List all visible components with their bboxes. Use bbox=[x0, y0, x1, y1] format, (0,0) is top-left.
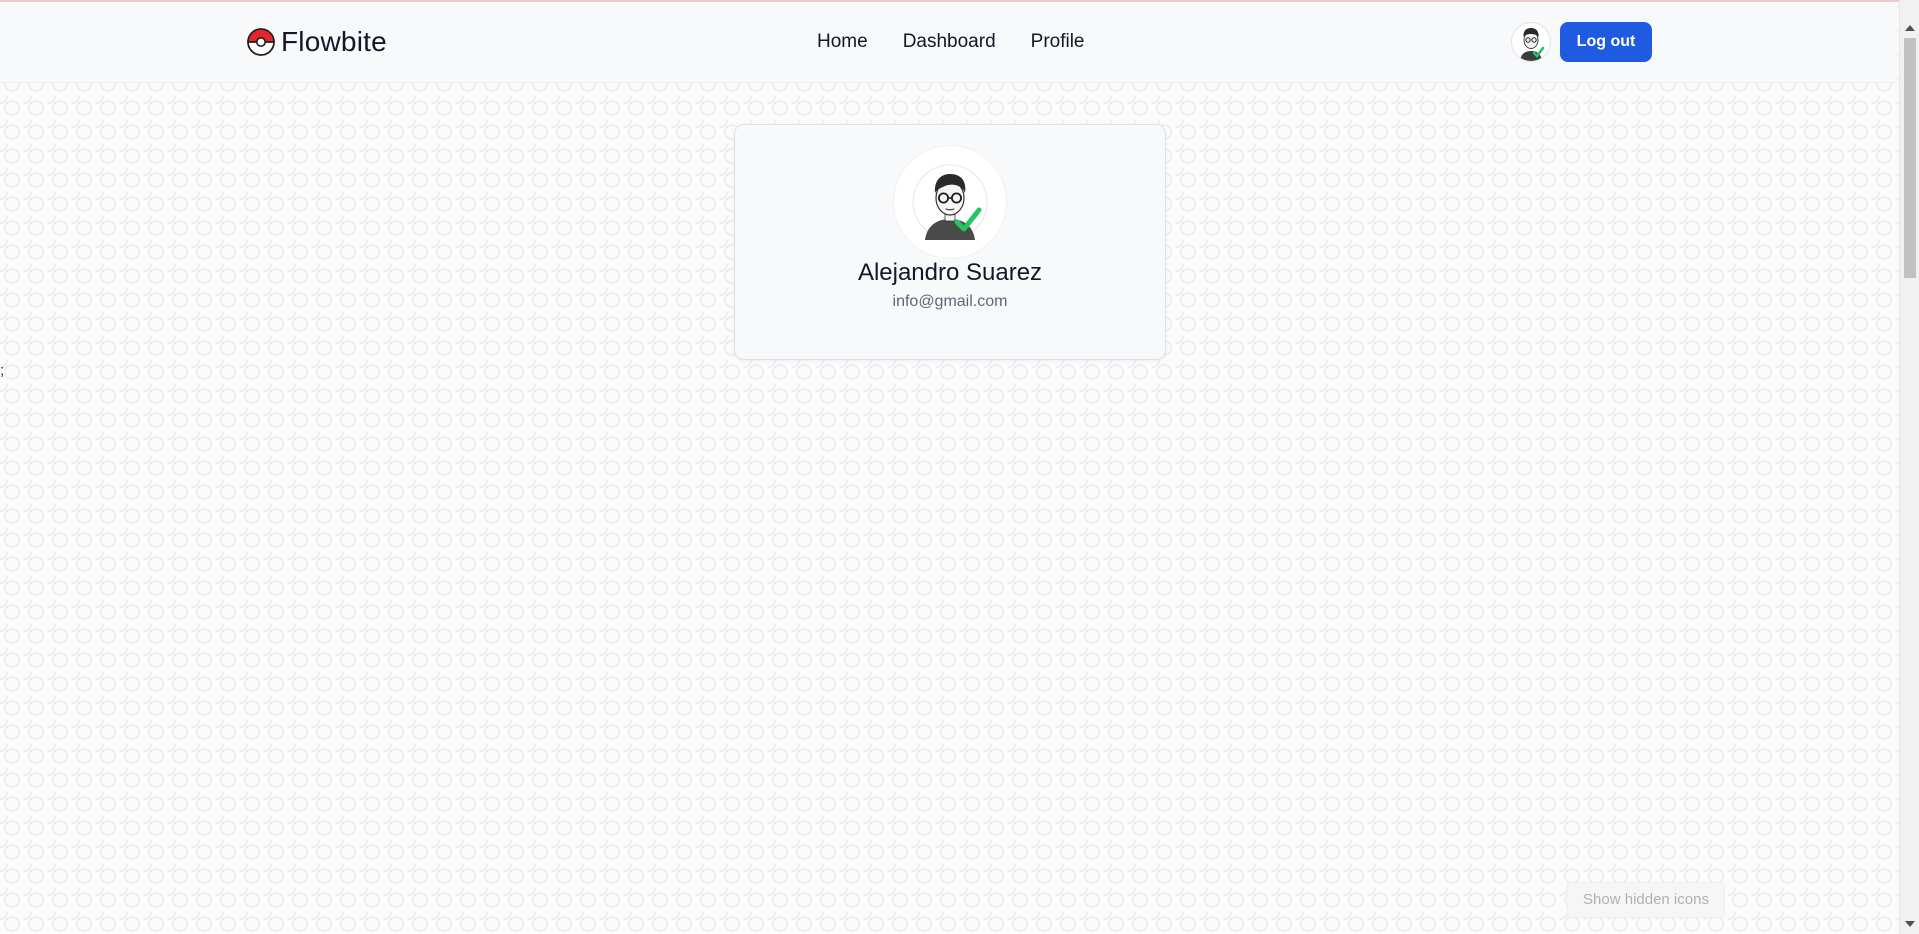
show-hidden-icons-tooltip: Show hidden icons bbox=[1567, 882, 1725, 918]
profile-card: Alejandro Suarez info@gmail.com bbox=[734, 124, 1166, 360]
logout-button[interactable]: Log out bbox=[1560, 22, 1652, 62]
main-nav: Home Dashboard Profile bbox=[817, 31, 1085, 53]
user-avatar-verified-icon bbox=[912, 164, 988, 240]
profile-name: Alejandro Suarez bbox=[857, 259, 1043, 286]
navbar: Flowbite Home Dashboard Profile Log out bbox=[0, 2, 1897, 83]
vertical-scrollbar[interactable] bbox=[1899, 0, 1919, 934]
scroll-down-arrow-icon[interactable] bbox=[1905, 921, 1915, 927]
user-avatar-button[interactable] bbox=[1511, 22, 1551, 62]
user-avatar-icon bbox=[1520, 28, 1545, 61]
pokeball-icon bbox=[247, 28, 275, 56]
nav-home-link[interactable]: Home bbox=[817, 31, 868, 53]
brand-name: Flowbite bbox=[281, 26, 387, 57]
scrollbar-thumb[interactable] bbox=[1904, 38, 1916, 278]
nav-dashboard-link[interactable]: Dashboard bbox=[903, 31, 996, 53]
profile-email: info@gmail.com bbox=[892, 293, 1008, 310]
stray-text: ; bbox=[0, 362, 5, 379]
nav-profile-link[interactable]: Profile bbox=[1031, 31, 1085, 53]
profile-avatar bbox=[894, 146, 1006, 258]
brand[interactable]: Flowbite bbox=[247, 26, 387, 58]
scroll-up-arrow-icon[interactable] bbox=[1905, 25, 1915, 31]
